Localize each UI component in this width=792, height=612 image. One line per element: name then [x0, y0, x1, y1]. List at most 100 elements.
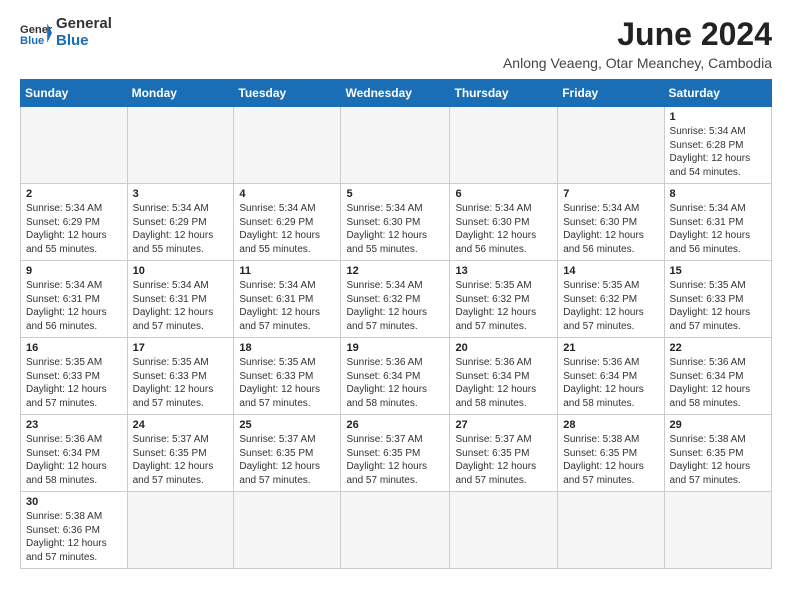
day-cell: 5 Sunrise: 5:34 AMSunset: 6:30 PMDaylight…: [341, 184, 450, 261]
day-cell: 28 Sunrise: 5:38 AMSunset: 6:35 PMDayligh…: [558, 415, 664, 492]
svg-text:Blue: Blue: [20, 35, 44, 47]
day-number: 30: [26, 496, 122, 508]
day-info: Sunrise: 5:34 AMSunset: 6:30 PMDaylight:…: [455, 202, 552, 256]
day-cell: 14Sunrise: 5:35 AMSunset: 6:32 PMDayligh…: [558, 261, 664, 338]
logo-blue: Blue: [56, 33, 112, 50]
column-header-monday: Monday: [127, 80, 234, 107]
week-row-4: 16 Sunrise: 5:35 AMSunset: 6:33 PMDayligh…: [21, 338, 772, 415]
day-cell: 15Sunrise: 5:35 AMSunset: 6:33 PMDayligh…: [664, 261, 771, 338]
header-row: SundayMondayTuesdayWednesdayThursdayFrid…: [21, 80, 772, 107]
day-number: 2: [26, 188, 122, 200]
day-cell: 26 Sunrise: 5:37 AMSunset: 6:35 PMDayligh…: [341, 415, 450, 492]
day-cell: [450, 492, 558, 569]
day-info: Sunrise: 5:35 AMSunset: 6:33 PMDaylight:…: [239, 356, 335, 410]
day-info: Sunrise: 5:38 AMSunset: 6:35 PMDaylight:…: [670, 433, 766, 487]
day-info: Sunrise: 5:34 AMSunset: 6:30 PMDaylight:…: [563, 202, 658, 256]
day-info: Sunrise: 5:34 AMSunset: 6:29 PMDaylight:…: [133, 202, 229, 256]
column-header-thursday: Thursday: [450, 80, 558, 107]
day-cell: [450, 107, 558, 184]
day-cell: 13Sunrise: 5:35 AMSunset: 6:32 PMDayligh…: [450, 261, 558, 338]
day-info: Sunrise: 5:34 AMSunset: 6:31 PMDaylight:…: [133, 279, 229, 333]
day-number: 8: [670, 188, 766, 200]
day-cell: 23Sunrise: 5:36 AMSunset: 6:34 PMDayligh…: [21, 415, 128, 492]
day-info: Sunrise: 5:34 AMSunset: 6:30 PMDaylight:…: [346, 202, 444, 256]
day-number: 3: [133, 188, 229, 200]
day-cell: 16Sunrise: 5:35 AMSunset: 6:33 PMDayligh…: [21, 338, 128, 415]
day-info: Sunrise: 5:34 AMSunset: 6:31 PMDaylight:…: [670, 202, 766, 256]
day-info: Sunrise: 5:34 AMSunset: 6:29 PMDaylight:…: [239, 202, 335, 256]
day-cell: 8 Sunrise: 5:34 AMSunset: 6:31 PMDaylight…: [664, 184, 771, 261]
day-info: Sunrise: 5:37 AMSunset: 6:35 PMDaylight:…: [239, 433, 335, 487]
day-cell: 4 Sunrise: 5:34 AMSunset: 6:29 PMDaylight…: [234, 184, 341, 261]
day-cell: [341, 107, 450, 184]
calendar-table: SundayMondayTuesdayWednesdayThursdayFrid…: [20, 79, 772, 569]
day-cell: 30 Sunrise: 5:38 AMSunset: 6:36 PMDayligh…: [21, 492, 128, 569]
header: General Blue General Blue June 2024 Anlo…: [20, 16, 772, 71]
day-info: Sunrise: 5:37 AMSunset: 6:35 PMDaylight:…: [133, 433, 229, 487]
day-number: 26: [346, 419, 444, 431]
day-info: Sunrise: 5:34 AMSunset: 6:32 PMDaylight:…: [346, 279, 444, 333]
day-cell: 2 Sunrise: 5:34 AMSunset: 6:29 PMDaylight…: [21, 184, 128, 261]
day-cell: 17Sunrise: 5:35 AMSunset: 6:33 PMDayligh…: [127, 338, 234, 415]
day-number: 12: [346, 265, 444, 277]
week-row-6: 30 Sunrise: 5:38 AMSunset: 6:36 PMDayligh…: [21, 492, 772, 569]
day-cell: 6 Sunrise: 5:34 AMSunset: 6:30 PMDaylight…: [450, 184, 558, 261]
day-cell: [558, 492, 664, 569]
week-row-2: 2 Sunrise: 5:34 AMSunset: 6:29 PMDaylight…: [21, 184, 772, 261]
day-number: 5: [346, 188, 444, 200]
week-row-1: 1 Sunrise: 5:34 AMSunset: 6:28 PMDaylight…: [21, 107, 772, 184]
day-info: Sunrise: 5:38 AMSunset: 6:35 PMDaylight:…: [563, 433, 658, 487]
day-cell: 1 Sunrise: 5:34 AMSunset: 6:28 PMDaylight…: [664, 107, 771, 184]
day-cell: 9Sunrise: 5:34 AMSunset: 6:31 PMDaylight…: [21, 261, 128, 338]
day-info: Sunrise: 5:35 AMSunset: 6:32 PMDaylight:…: [455, 279, 552, 333]
day-number: 9: [26, 265, 122, 277]
calendar-title: June 2024: [503, 16, 772, 53]
day-cell: [21, 107, 128, 184]
day-cell: [234, 492, 341, 569]
day-number: 7: [563, 188, 658, 200]
day-info: Sunrise: 5:34 AMSunset: 6:28 PMDaylight:…: [670, 125, 766, 179]
day-info: Sunrise: 5:37 AMSunset: 6:35 PMDaylight:…: [455, 433, 552, 487]
day-cell: [558, 107, 664, 184]
day-cell: [127, 492, 234, 569]
day-number: 16: [26, 342, 122, 354]
day-cell: 24 Sunrise: 5:37 AMSunset: 6:35 PMDayligh…: [127, 415, 234, 492]
day-number: 23: [26, 419, 122, 431]
day-info: Sunrise: 5:38 AMSunset: 6:36 PMDaylight:…: [26, 510, 122, 564]
day-number: 28: [563, 419, 658, 431]
day-number: 14: [563, 265, 658, 277]
title-section: June 2024 Anlong Veaeng, Otar Meanchey, …: [503, 16, 772, 71]
day-info: Sunrise: 5:36 AMSunset: 6:34 PMDaylight:…: [455, 356, 552, 410]
day-info: Sunrise: 5:34 AMSunset: 6:29 PMDaylight:…: [26, 202, 122, 256]
day-number: 6: [455, 188, 552, 200]
day-number: 19: [346, 342, 444, 354]
day-number: 24: [133, 419, 229, 431]
day-number: 4: [239, 188, 335, 200]
day-cell: 10Sunrise: 5:34 AMSunset: 6:31 PMDayligh…: [127, 261, 234, 338]
calendar-subtitle: Anlong Veaeng, Otar Meanchey, Cambodia: [503, 55, 772, 71]
day-cell: [127, 107, 234, 184]
column-header-wednesday: Wednesday: [341, 80, 450, 107]
day-info: Sunrise: 5:36 AMSunset: 6:34 PMDaylight:…: [563, 356, 658, 410]
day-cell: 3 Sunrise: 5:34 AMSunset: 6:29 PMDaylight…: [127, 184, 234, 261]
column-header-sunday: Sunday: [21, 80, 128, 107]
day-number: 25: [239, 419, 335, 431]
day-number: 29: [670, 419, 766, 431]
day-number: 20: [455, 342, 552, 354]
day-info: Sunrise: 5:34 AMSunset: 6:31 PMDaylight:…: [239, 279, 335, 333]
day-cell: 11Sunrise: 5:34 AMSunset: 6:31 PMDayligh…: [234, 261, 341, 338]
logo-general: General: [56, 16, 112, 33]
day-cell: [341, 492, 450, 569]
day-cell: [664, 492, 771, 569]
day-number: 1: [670, 111, 766, 123]
day-cell: 19Sunrise: 5:36 AMSunset: 6:34 PMDayligh…: [341, 338, 450, 415]
day-number: 18: [239, 342, 335, 354]
day-cell: 20 Sunrise: 5:36 AMSunset: 6:34 PMDayligh…: [450, 338, 558, 415]
day-cell: 27Sunrise: 5:37 AMSunset: 6:35 PMDayligh…: [450, 415, 558, 492]
day-cell: [234, 107, 341, 184]
day-cell: 22Sunrise: 5:36 AMSunset: 6:34 PMDayligh…: [664, 338, 771, 415]
day-number: 15: [670, 265, 766, 277]
day-cell: 25 Sunrise: 5:37 AMSunset: 6:35 PMDayligh…: [234, 415, 341, 492]
day-info: Sunrise: 5:37 AMSunset: 6:35 PMDaylight:…: [346, 433, 444, 487]
day-cell: 21Sunrise: 5:36 AMSunset: 6:34 PMDayligh…: [558, 338, 664, 415]
